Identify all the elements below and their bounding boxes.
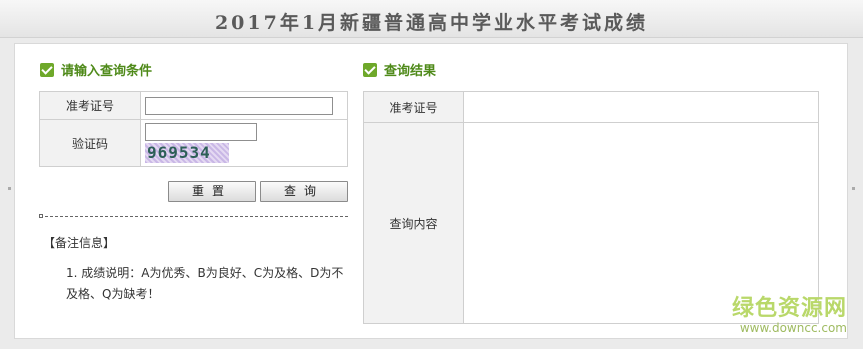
exam-id-cell [140,91,348,120]
captcha-label: 验证码 [39,119,141,167]
notes-item: 1. 成绩说明：A为优秀、B为良好、C为及格、D为不及格、Q为缺考！ [66,266,344,301]
captcha-cell: 969534 [140,119,348,167]
title-bar: 2017年1月新疆普通高中学业水平考试成绩 [0,0,863,38]
check-box-icon [40,62,54,77]
result-content-label: 查询内容 [363,122,464,324]
notes-divider [40,216,348,217]
result-table: 准考证号 查询内容 [363,91,819,324]
exam-id-label: 准考证号 [39,91,141,120]
result-content-value [463,122,819,324]
captcha-input[interactable] [145,123,257,141]
notes-title: 【备注信息】 [43,236,116,250]
right-edge-marker [852,187,855,190]
query-form: 准考证号 验证码 969534 [39,91,348,167]
captcha-image[interactable]: 969534 [145,143,229,163]
result-section-label: 查询结果 [384,64,437,79]
result-section-heading: 查询结果 [363,60,436,79]
watermark-name: 绿色资源网 [731,296,847,321]
site-watermark: 绿色资源网 www.downcc.com [731,296,847,336]
check-box-icon [363,62,377,77]
exam-id-input[interactable] [145,96,333,115]
result-exam-id-value [463,91,819,123]
left-edge-marker [8,187,11,190]
query-button[interactable]: 查询 [260,181,348,202]
divider-dot [39,214,43,218]
query-section-heading: 请输入查询条件 [40,60,152,79]
result-exam-id-label: 准考证号 [363,91,464,123]
query-section-label: 请输入查询条件 [61,64,153,79]
watermark-url: www.downcc.com [739,321,847,335]
reset-button[interactable]: 重置 [168,181,256,202]
page-title: 2017年1月新疆普通高中学业水平考试成绩 [214,12,649,34]
